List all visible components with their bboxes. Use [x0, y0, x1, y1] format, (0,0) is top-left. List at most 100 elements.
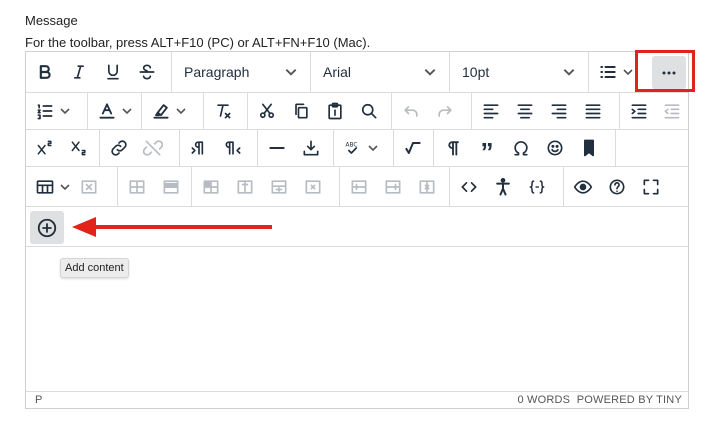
format-group [26, 52, 172, 92]
highlight-color-button[interactable] [144, 95, 178, 127]
ltr-button[interactable] [182, 132, 216, 164]
chevron-down-icon [368, 145, 378, 152]
toolbar-row-4 [26, 167, 688, 207]
table-col-group [340, 167, 450, 206]
insert-link-button[interactable] [102, 132, 136, 164]
numbered-list-button[interactable] [28, 95, 62, 127]
toolbar-row-2 [26, 93, 688, 130]
find-replace-button[interactable] [352, 95, 386, 127]
rtl-button[interactable] [216, 132, 250, 164]
emoticons-button[interactable] [538, 132, 572, 164]
paste-button[interactable] [318, 95, 352, 127]
undo-icon [404, 106, 418, 117]
table-row-props-button[interactable] [120, 171, 154, 203]
font-size-value: 10pt [462, 64, 490, 80]
plus-circle-icon [37, 218, 57, 237]
block-format-select[interactable]: Paragraph [172, 52, 311, 92]
page-break-button[interactable] [294, 132, 328, 164]
fullscreen-button[interactable] [634, 171, 668, 203]
numbered-list-dropdown[interactable] [58, 95, 72, 127]
alignment-group [472, 93, 620, 129]
template-button[interactable] [520, 171, 554, 203]
insert-col-before-button[interactable] [342, 171, 376, 203]
delete-row-button[interactable] [296, 171, 330, 203]
highlight-color-dropdown[interactable] [174, 95, 188, 127]
spellcheck-button[interactable]: ABC [336, 132, 370, 164]
delete-table-button[interactable] [72, 171, 106, 203]
source-code-button[interactable] [452, 171, 486, 203]
redo-button[interactable] [428, 95, 462, 127]
align-right-button[interactable] [542, 95, 576, 127]
highlighter-icon [153, 104, 169, 119]
spellcheck-group: ABC [334, 130, 394, 166]
special-character-button[interactable] [504, 132, 538, 164]
clear-formatting-button[interactable] [206, 95, 240, 127]
blockquote-button[interactable]: ” [470, 132, 504, 167]
svg-text:ABC: ABC [346, 142, 358, 148]
table-cell-group [192, 167, 340, 206]
table-dropdown[interactable] [58, 171, 72, 203]
subscript-button[interactable] [62, 132, 96, 164]
font-family-value: Arial [323, 64, 352, 80]
link-icon [111, 140, 127, 156]
superscript-icon [37, 140, 52, 155]
align-left-icon [483, 104, 499, 119]
math-equation-button[interactable] [396, 132, 430, 164]
underline-icon [107, 64, 119, 80]
insert-row-before-button[interactable] [228, 171, 262, 203]
table-button[interactable] [28, 171, 62, 203]
align-center-button[interactable] [508, 95, 542, 127]
table-cell-props-button[interactable] [154, 171, 188, 203]
merge-cells-button[interactable] [194, 171, 228, 203]
text-color-button[interactable] [90, 95, 124, 127]
spellcheck-dropdown[interactable] [366, 132, 380, 164]
outdent-icon [664, 104, 679, 119]
undo-button[interactable] [394, 95, 428, 127]
element-path[interactable]: P [35, 394, 43, 406]
eye-icon [573, 179, 593, 194]
bold-button[interactable] [28, 56, 62, 88]
insert-row-after-button[interactable] [262, 171, 296, 203]
cut-button[interactable] [250, 95, 284, 127]
chevron-down-icon [285, 69, 297, 76]
delete-col-button[interactable] [410, 171, 444, 203]
align-left-button[interactable] [474, 95, 508, 127]
delete-table-icon [81, 179, 97, 194]
rtl-icon [225, 141, 241, 155]
font-size-select[interactable]: 10pt [450, 52, 589, 92]
horizontal-line-button[interactable] [260, 132, 294, 164]
accessibility-checker-button[interactable] [486, 171, 520, 203]
bullet-list-dropdown[interactable] [621, 56, 635, 88]
preview-button[interactable] [566, 171, 600, 203]
underline-button[interactable] [96, 56, 130, 88]
italic-icon [74, 65, 84, 79]
show-blocks-button[interactable] [436, 132, 470, 164]
text-color-group [88, 93, 142, 129]
italic-button[interactable] [62, 56, 96, 88]
chevron-down-icon [122, 108, 132, 115]
insert-col-after-button[interactable] [376, 171, 410, 203]
help-button[interactable] [600, 171, 634, 203]
toolbar-row-3: ABC ” [26, 130, 688, 167]
superscript-button[interactable] [28, 132, 62, 164]
align-right-icon [551, 104, 567, 119]
accessibility-icon [496, 177, 510, 195]
align-justify-button[interactable] [576, 95, 610, 127]
unlink-button[interactable] [136, 132, 170, 164]
copy-button[interactable] [284, 95, 318, 127]
bullet-list-button[interactable] [591, 56, 625, 88]
add-content-button[interactable] [30, 211, 64, 244]
tiny-branding-link[interactable]: POWERED BY TINY [577, 394, 682, 406]
quote-icon: ” [480, 137, 494, 167]
font-family-select[interactable]: Arial [311, 52, 450, 92]
indent-button[interactable] [622, 95, 655, 127]
text-color-dropdown[interactable] [120, 95, 134, 127]
strikethrough-button[interactable] [130, 56, 164, 88]
search-icon [361, 103, 377, 119]
bookmark-button[interactable] [572, 132, 606, 164]
outdent-button[interactable] [655, 95, 688, 127]
arrow-annotation [72, 217, 272, 237]
word-count[interactable]: 0 WORDS [517, 394, 570, 406]
subscript-icon [71, 141, 86, 156]
insert-row-after-icon [271, 179, 287, 194]
